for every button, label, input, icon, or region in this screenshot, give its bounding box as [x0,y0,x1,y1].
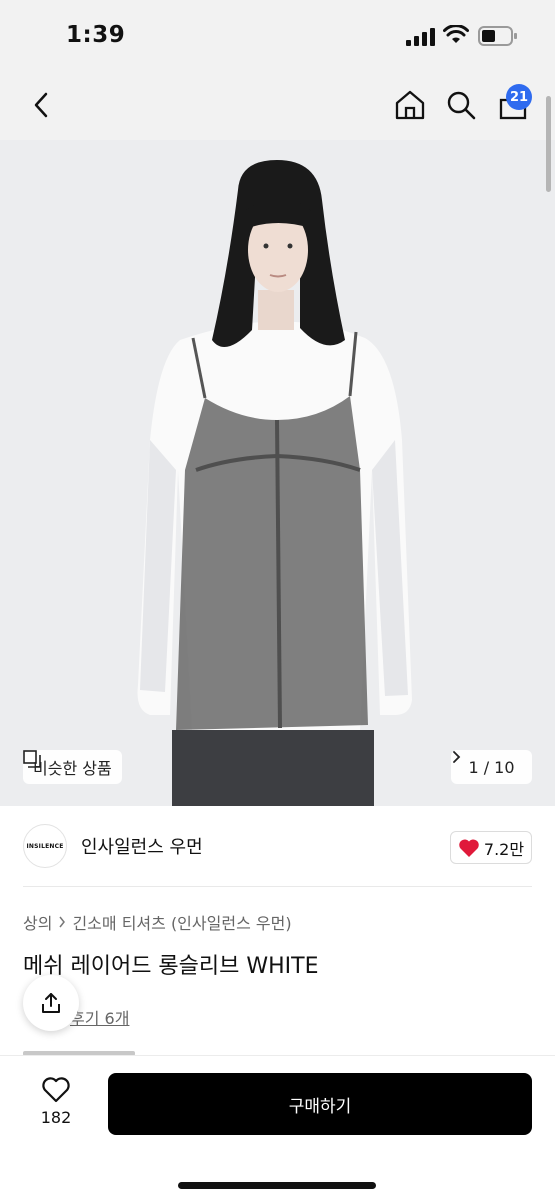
chevron-left-icon [34,92,48,118]
similar-products-label: 비슷한 상품 [33,759,112,778]
chevron-right-icon [59,916,66,928]
product-photo [0,140,555,806]
product-title: 메쉬 레이어드 롱슬리브 WHITE [23,954,319,979]
product-image-carousel[interactable]: 비슷한 상품 1 / 10 [0,140,555,806]
brand-logo[interactable]: INSILENCE [23,824,67,868]
brand-name[interactable]: 인사일런스 우먼 [81,833,203,859]
brand-like-count: 7.2만 [483,839,525,859]
search-button[interactable] [443,86,479,124]
brand-row[interactable]: INSILENCE 인사일런스 우먼 7.2만 [0,806,555,886]
brand-like-button[interactable]: 7.2만 [450,831,532,864]
battery-icon [478,26,517,46]
share-button[interactable] [23,975,79,1031]
back-button[interactable] [24,86,58,124]
scroll-indicator [546,96,551,192]
chevron-right-icon [453,751,461,763]
share-icon [42,993,60,1013]
heart-filled-icon [459,838,479,857]
breadcrumb-subcategory[interactable]: 긴소매 티셔츠 (인사일런스 우먼) [72,910,291,934]
wishlist-button[interactable]: 182 [28,1076,84,1140]
breadcrumb-category[interactable]: 상의 [23,910,52,934]
status-time: 1:39 [66,22,126,48]
home-button[interactable] [392,86,428,124]
divider [23,886,532,887]
search-icon [447,91,476,120]
bottom-action-bar: 182 구매하기 [0,1055,555,1200]
similar-items-icon [23,750,41,768]
heart-outline-icon [42,1077,70,1103]
review-link[interactable]: 후기 6개 [70,1005,129,1029]
home-icon [395,90,425,120]
status-bar: 1:39 [0,0,555,70]
cellular-signal-icon [406,28,435,46]
cart-count-badge: 21 [506,84,532,110]
nav-bar: 21 [0,70,555,140]
buy-button[interactable]: 구매하기 [108,1073,532,1135]
image-pager-label: 1 / 10 [468,757,515,777]
similar-products-button[interactable]: 비슷한 상품 [23,750,122,784]
wifi-icon [443,25,469,43]
home-indicator [178,1182,376,1189]
wishlist-count: 182 [40,1108,72,1127]
image-pager[interactable]: 1 / 10 [451,750,532,784]
breadcrumb: 상의 긴소매 티셔츠 (인사일런스 우먼) [23,910,292,934]
